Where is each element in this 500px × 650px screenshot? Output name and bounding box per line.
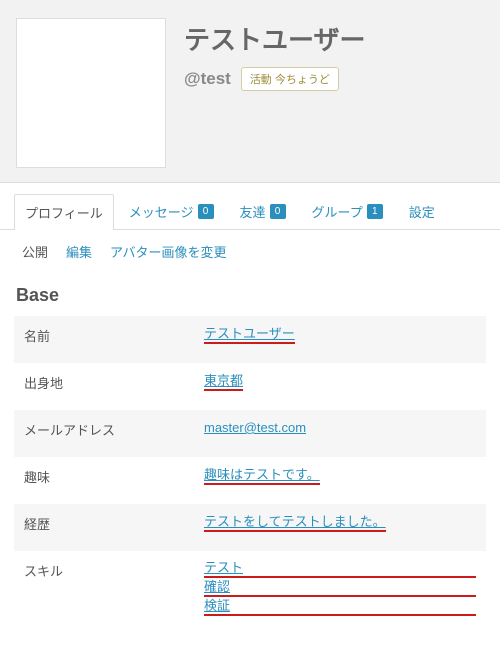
avatar[interactable] <box>16 18 166 168</box>
tab-profile-label: プロフィール <box>25 203 103 222</box>
activity-badge: 活動 今ちょうど <box>241 67 339 91</box>
field-row-career: 経歴 テストをしてテストしました。 <box>14 504 486 551</box>
profile-section: Base 名前 テストユーザー 出身地 東京都 メールアドレス master@t… <box>0 273 500 650</box>
tab-groups-badge: 1 <box>367 204 383 219</box>
skill-link[interactable]: 確認 <box>204 580 476 597</box>
field-label: 出身地 <box>14 363 194 410</box>
field-row-origin: 出身地 東京都 <box>14 363 486 410</box>
origin-link[interactable]: 東京都 <box>204 374 243 391</box>
skill-link[interactable]: 検証 <box>204 599 476 616</box>
skill-link[interactable]: テスト <box>204 561 476 578</box>
tab-groups[interactable]: グループ 1 <box>301 193 394 229</box>
career-link[interactable]: テストをしてテストしました。 <box>204 515 386 532</box>
handle: @test <box>184 69 231 89</box>
sub-tabs: 公開 編集 アバター画像を変更 <box>0 230 500 273</box>
tab-friends[interactable]: 友達 0 <box>229 193 297 229</box>
field-value-cell: 東京都 <box>194 363 486 410</box>
field-label: スキル <box>14 551 194 636</box>
field-row-name: 名前 テストユーザー <box>14 316 486 363</box>
tab-settings-label: 設定 <box>409 202 435 221</box>
field-value-cell: master@test.com <box>194 410 486 457</box>
profile-header: テストユーザー @test 活動 今ちょうど <box>0 0 500 183</box>
field-label: 経歴 <box>14 504 194 551</box>
display-name: テストユーザー <box>184 20 484 57</box>
email-link[interactable]: master@test.com <box>204 420 306 435</box>
tab-messages-badge: 0 <box>198 204 214 219</box>
tab-messages[interactable]: メッセージ 0 <box>118 193 225 229</box>
tab-friends-badge: 0 <box>270 204 286 219</box>
hobby-link[interactable]: 趣味はテストです。 <box>204 468 320 485</box>
field-row-skill: スキル テスト 確認 検証 <box>14 551 486 636</box>
field-label: メールアドレス <box>14 410 194 457</box>
field-value-cell: テストをしてテストしました。 <box>194 504 486 551</box>
tab-messages-label: メッセージ <box>129 202 194 221</box>
subtab-change-avatar[interactable]: アバター画像を変更 <box>110 242 226 261</box>
field-row-hobby: 趣味 趣味はテストです。 <box>14 457 486 504</box>
field-value-cell: 趣味はテストです。 <box>194 457 486 504</box>
subtab-edit[interactable]: 編集 <box>66 242 92 261</box>
tab-groups-label: グループ <box>312 202 363 221</box>
section-title: Base <box>16 285 486 306</box>
field-label: 名前 <box>14 316 194 363</box>
tab-settings[interactable]: 設定 <box>398 193 446 229</box>
profile-title-block: テストユーザー @test 活動 今ちょうど <box>184 18 484 168</box>
field-row-email: メールアドレス master@test.com <box>14 410 486 457</box>
field-value-cell: テスト 確認 検証 <box>194 551 486 636</box>
field-value-cell: テストユーザー <box>194 316 486 363</box>
main-tabs: プロフィール メッセージ 0 友達 0 グループ 1 設定 <box>0 183 500 230</box>
tab-friends-label: 友達 <box>240 202 266 221</box>
handle-row: @test 活動 今ちょうど <box>184 67 484 91</box>
profile-fields-table: 名前 テストユーザー 出身地 東京都 メールアドレス master@test.c… <box>14 316 486 636</box>
tab-profile[interactable]: プロフィール <box>14 194 114 230</box>
name-link[interactable]: テストユーザー <box>204 327 295 344</box>
field-label: 趣味 <box>14 457 194 504</box>
subtab-public[interactable]: 公開 <box>22 242 48 261</box>
